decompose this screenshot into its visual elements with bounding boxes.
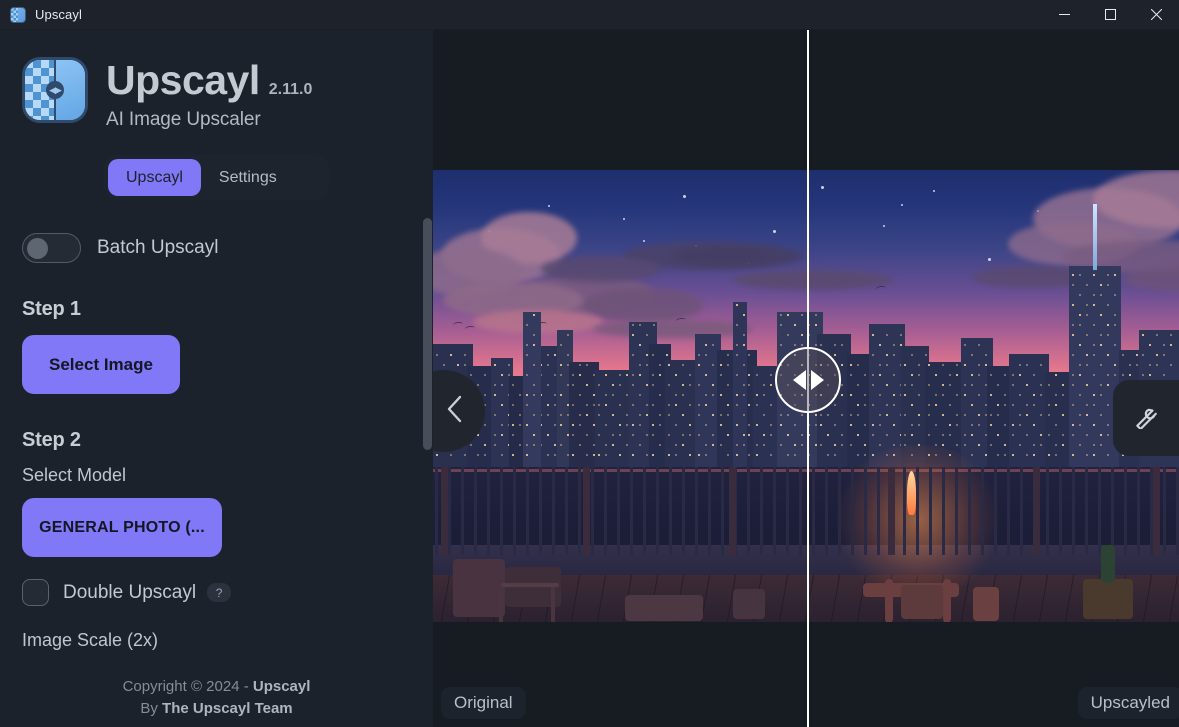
help-badge-icon[interactable]: ? xyxy=(207,583,232,602)
window-title: Upscayl xyxy=(35,7,82,22)
brand-version: 2.11.0 xyxy=(268,81,313,98)
close-button[interactable] xyxy=(1133,0,1179,30)
step1-title: Step 1 xyxy=(22,298,81,320)
brand-header: ◀▶ Upscayl 2.11.0 AI Image Upscaler xyxy=(0,30,433,131)
chevron-left-icon xyxy=(445,393,465,430)
batch-upscayl-toggle[interactable] xyxy=(22,233,81,263)
right-arrow-icon xyxy=(810,370,824,390)
model-select-button[interactable]: GENERAL PHOTO (... xyxy=(22,498,222,557)
brand-name: Upscayl xyxy=(106,57,260,103)
select-image-button[interactable]: Select Image xyxy=(22,335,180,394)
app-icon xyxy=(10,6,26,23)
left-arrow-icon xyxy=(792,370,806,390)
batch-upscayl-label: Batch Upscayl xyxy=(97,237,219,258)
app-window: Upscayl ◀▶ Upscayl 2.11.0 AI Image Upsca… xyxy=(0,0,1179,727)
original-label: Original xyxy=(441,687,526,719)
footer: Copyright © 2024 - Upscayl By The Upscay… xyxy=(0,676,433,719)
rooftop-balcony xyxy=(433,445,1179,622)
image-viewer: Original Upscayled xyxy=(433,30,1179,727)
footer-team: By The Upscayl Team xyxy=(140,699,293,717)
tools-button[interactable] xyxy=(1113,380,1179,456)
select-model-label: Select Model xyxy=(22,465,127,485)
minimize-button[interactable] xyxy=(1041,0,1087,30)
double-upscayl-row: Double Upscayl ? xyxy=(22,579,433,606)
footer-copyright: Copyright © 2024 - Upscayl xyxy=(122,678,311,696)
title-bar: Upscayl xyxy=(0,0,1179,30)
step2-title: Step 2 xyxy=(22,429,81,451)
sidebar: ◀▶ Upscayl 2.11.0 AI Image Upscaler Upsc… xyxy=(0,30,433,727)
brand-tagline: AI Image Upscaler xyxy=(106,109,261,130)
batch-upscayl-row: Batch Upscayl xyxy=(22,233,433,263)
maximize-button[interactable] xyxy=(1087,0,1133,30)
upscayled-label: Upscayled xyxy=(1077,687,1179,719)
comparison-slider-handle[interactable] xyxy=(775,347,841,413)
upscayl-logo-icon: ◀▶ xyxy=(22,57,88,123)
sidebar-scrollbar[interactable] xyxy=(423,218,432,450)
tab-settings[interactable]: Settings xyxy=(201,159,295,196)
image-scale-label: Image Scale (2x) xyxy=(22,630,159,650)
wrench-icon xyxy=(1133,403,1159,434)
tab-upscayl[interactable]: Upscayl xyxy=(108,159,201,196)
double-upscayl-checkbox[interactable] xyxy=(22,579,49,606)
window-controls xyxy=(1041,0,1179,30)
double-upscayl-label: Double Upscayl xyxy=(63,581,197,603)
tab-bar: Upscayl Settings xyxy=(104,155,329,200)
